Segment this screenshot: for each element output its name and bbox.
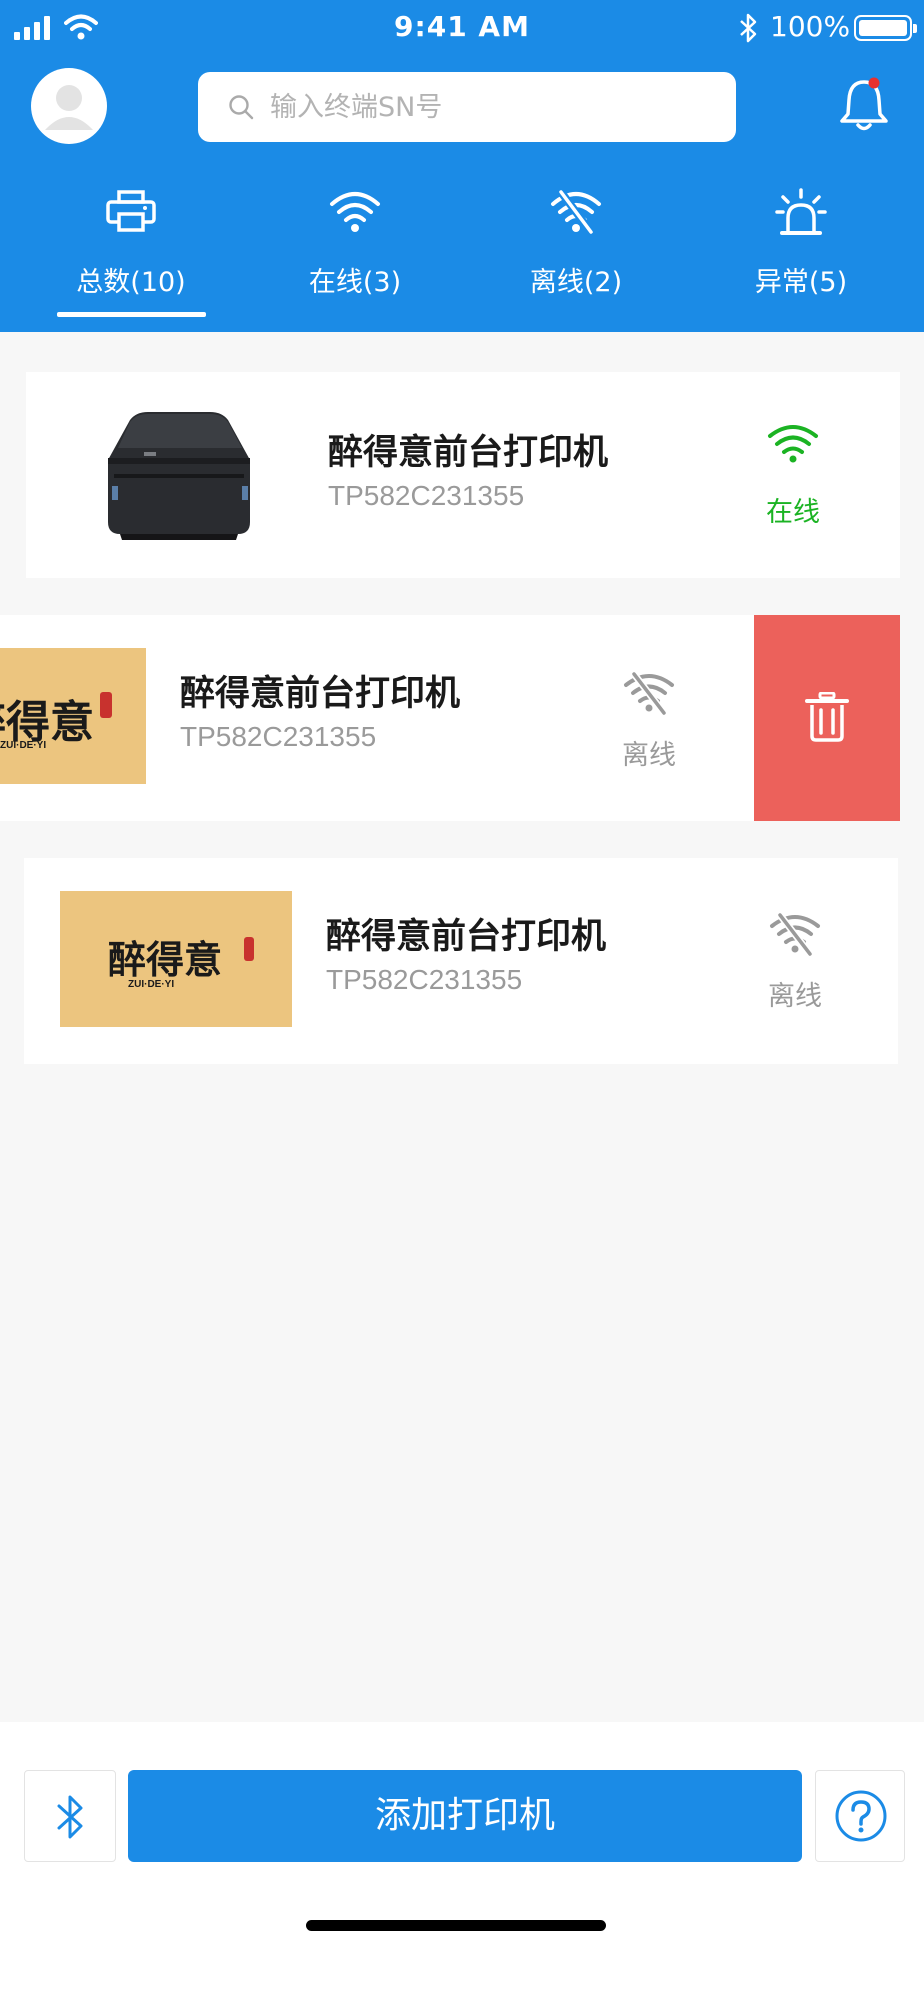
- tab-online[interactable]: 在线(3): [270, 180, 440, 332]
- help-button[interactable]: [815, 1770, 905, 1862]
- help-icon: [835, 1790, 887, 1842]
- home-indicator: [306, 1920, 606, 1931]
- printer-name: 醉得意前台打印机: [326, 917, 607, 957]
- wifi-icon: [330, 192, 380, 232]
- status-tabs: 总数(10) 在线(3) 离线(2) 异常(5): [0, 180, 924, 332]
- tab-abnormal[interactable]: 异常(5): [716, 180, 886, 332]
- status-label: 离线: [622, 740, 676, 771]
- printer-card[interactable]: 醉得意 ZUI·DE·YI 醉得意前台打印机 TP582C231355 离线: [0, 615, 754, 821]
- search-box[interactable]: [198, 72, 736, 142]
- status-label: 在线: [766, 497, 820, 528]
- logo-subtitle: ZUI·DE·YI: [0, 740, 47, 751]
- battery-icon: [854, 15, 917, 41]
- trash-icon: [805, 692, 849, 742]
- active-tab-indicator: [57, 312, 206, 317]
- delete-button[interactable]: [754, 615, 900, 821]
- printer-card[interactable]: 醉得意 ZUI·DE·YI 醉得意前台打印机 TP582C231355 离线: [24, 858, 898, 1064]
- header: 9:41 AM 100% 输入终端SN号 总数(10) 在线(3) 离线(2) …: [0, 0, 924, 332]
- add-printer-button[interactable]: 添加打印机: [128, 1770, 802, 1862]
- zuideyi-logo: 醉得意 ZUI·DE·YI: [60, 891, 292, 1027]
- logo-text: 醉得意: [108, 937, 223, 982]
- printer-icon: [106, 190, 156, 232]
- zuideyi-logo: 醉得意 ZUI·DE·YI: [0, 648, 146, 784]
- logo-seal: [244, 937, 254, 961]
- online-wifi-icon: [768, 425, 818, 463]
- user-icon: [45, 85, 93, 130]
- wifi-off-icon: [551, 189, 601, 234]
- offline-wifi-icon: [770, 912, 820, 956]
- bluetooth-button[interactable]: [24, 1770, 116, 1862]
- tab-label: 异常(5): [754, 267, 848, 298]
- tab-label: 总数(10): [76, 267, 186, 298]
- bluetooth-status-icon: [740, 13, 757, 43]
- logo-seal: [100, 692, 112, 718]
- printer-sn: TP582C231355: [328, 480, 525, 511]
- tab-label: 在线(3): [308, 267, 402, 298]
- printer-card[interactable]: 醉得意前台打印机 TP582C231355 在线: [26, 372, 900, 578]
- avatar[interactable]: [31, 68, 107, 144]
- offline-wifi-icon: [624, 671, 674, 715]
- bluetooth-icon: [57, 1795, 83, 1839]
- alarm-icon: [775, 188, 827, 235]
- notification-bell-icon[interactable]: [836, 74, 892, 136]
- printer-sn: TP582C231355: [180, 721, 377, 752]
- printer-sn: TP582C231355: [326, 964, 523, 995]
- search-input[interactable]: [270, 72, 710, 142]
- logo-subtitle: ZUI·DE·YI: [128, 979, 175, 990]
- bottom-bar: 添加打印机: [0, 1722, 924, 2000]
- status-label: 离线: [768, 981, 822, 1012]
- battery-percent: 100%: [770, 10, 851, 43]
- tab-offline[interactable]: 离线(2): [491, 180, 661, 332]
- tab-label: 离线(2): [529, 267, 623, 298]
- printer-photo: [108, 412, 250, 540]
- search-icon: [229, 95, 254, 120]
- printer-name: 醉得意前台打印机: [180, 674, 461, 714]
- status-bar: 9:41 AM 100%: [0, 0, 924, 56]
- tab-total[interactable]: 总数(10): [46, 180, 216, 332]
- printer-name: 醉得意前台打印机: [328, 433, 609, 473]
